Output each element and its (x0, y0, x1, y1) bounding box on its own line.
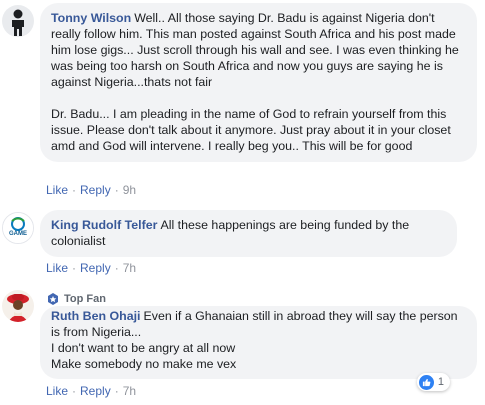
reply-link[interactable]: Reply (80, 261, 111, 275)
separator-dot: · (114, 261, 119, 275)
like-reaction-icon (418, 374, 434, 390)
comment-author[interactable]: Ruth Ben Ohaji (51, 309, 141, 323)
comment-bubble: King Rudolf Telfer All these happenings a… (40, 210, 457, 257)
game-logo-icon (3, 213, 33, 243)
comment-actions: Like · Reply · 7h (46, 384, 136, 398)
comment-time[interactable]: 7h (123, 384, 136, 398)
separator-dot: · (72, 261, 77, 275)
top-fan-badge-icon (48, 293, 58, 305)
top-fan-label: Top Fan (64, 293, 106, 305)
comment-time[interactable]: 7h (123, 261, 136, 275)
comment-time[interactable]: 9h (123, 183, 136, 197)
comment-text: I don't want to be angry at all now (51, 341, 236, 355)
like-link[interactable]: Like (46, 261, 68, 275)
separator-dot: · (114, 183, 119, 197)
like-link[interactable]: Like (46, 183, 68, 197)
avatar[interactable] (2, 5, 34, 37)
comment-bubble: Tonny Wilson Well.. All those saying Dr. … (40, 3, 477, 162)
comment-author[interactable]: King Rudolf Telfer (51, 218, 157, 232)
avatar[interactable] (2, 290, 34, 322)
separator-dot: · (72, 384, 77, 398)
woman-red-hat-icon (2, 290, 34, 322)
reaction-count-value: 1 (437, 376, 444, 388)
separator-dot: · (72, 183, 77, 197)
reply-link[interactable]: Reply (80, 384, 111, 398)
comment-author[interactable]: Tonny Wilson (51, 11, 131, 25)
avatar-text: GAME (9, 231, 27, 237)
comment-text: Dr. Badu... I am pleading in the name of… (51, 107, 451, 153)
separator-dot: · (114, 384, 119, 398)
person-silhouette-icon (2, 5, 34, 37)
top-fan-badge: Top Fan (47, 293, 106, 305)
reaction-count[interactable]: 1 (416, 373, 450, 391)
comment-bubble: Ruth Ben Ohaji Even if a Ghanaian still i… (40, 306, 477, 379)
like-link[interactable]: Like (46, 384, 68, 398)
comment-actions: Like · Reply · 9h (46, 183, 136, 197)
avatar[interactable]: GAME (2, 212, 34, 244)
reply-link[interactable]: Reply (80, 183, 111, 197)
comment-text: Make somebody no make me vex (51, 357, 237, 371)
comment-actions: Like · Reply · 7h (46, 261, 136, 275)
